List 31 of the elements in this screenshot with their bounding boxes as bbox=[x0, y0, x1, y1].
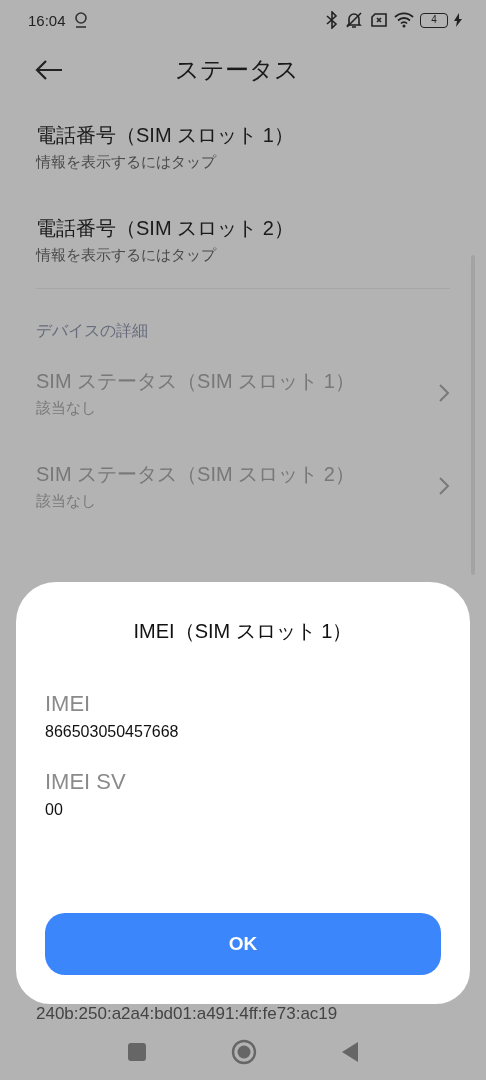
status-time: 16:04 bbox=[28, 11, 66, 29]
field-value: 00 bbox=[45, 801, 64, 819]
home-nav-icon[interactable] bbox=[231, 1039, 257, 1065]
charging-icon bbox=[454, 13, 462, 27]
ok-button[interactable]: OK bbox=[45, 913, 441, 975]
square-nav-icon[interactable] bbox=[127, 1042, 147, 1062]
balloon-icon bbox=[73, 11, 88, 29]
sim-error-icon bbox=[370, 12, 388, 28]
item-title: 電話番号（SIM スロット 2） bbox=[36, 215, 295, 241]
battery-level: 4 bbox=[420, 12, 448, 28]
wifi-icon bbox=[394, 12, 414, 28]
item-subtitle: 該当なし bbox=[36, 491, 97, 511]
field-label: IMEI bbox=[45, 691, 92, 717]
list-item[interactable]: 電話番号（SIM スロット 1） 情報を表示するにはタップ bbox=[0, 100, 486, 193]
item-title: SIM ステータス（SIM スロット 1） bbox=[36, 368, 356, 394]
page-title: ステータス bbox=[174, 55, 300, 85]
item-subtitle: 情報を表示するにはタップ bbox=[36, 152, 218, 172]
bluetooth-icon bbox=[326, 11, 338, 29]
item-title: 電話番号（SIM スロット 1） bbox=[36, 122, 295, 148]
section-header: デバイスの詳細 bbox=[35, 321, 149, 341]
muted-bell-icon bbox=[344, 11, 364, 29]
back-nav-icon[interactable] bbox=[341, 1041, 359, 1063]
item-title: SIM ステータス（SIM スロット 2） bbox=[36, 461, 356, 487]
item-subtitle: 該当なし bbox=[36, 398, 97, 418]
field-label: IMEI SV bbox=[45, 769, 127, 795]
address-text: 240b:250:a2a4:bd01:a491:4ff:fe73:ac19 bbox=[35, 1004, 339, 1024]
field-value: 866503050457668 bbox=[45, 723, 180, 741]
dialog-title: IMEI（SIM スロット 1） bbox=[132, 619, 354, 644]
back-arrow-icon[interactable] bbox=[34, 59, 64, 81]
list-item[interactable]: 電話番号（SIM スロット 2） 情報を表示するにはタップ bbox=[0, 193, 486, 286]
item-subtitle: 情報を表示するにはタップ bbox=[36, 245, 218, 265]
